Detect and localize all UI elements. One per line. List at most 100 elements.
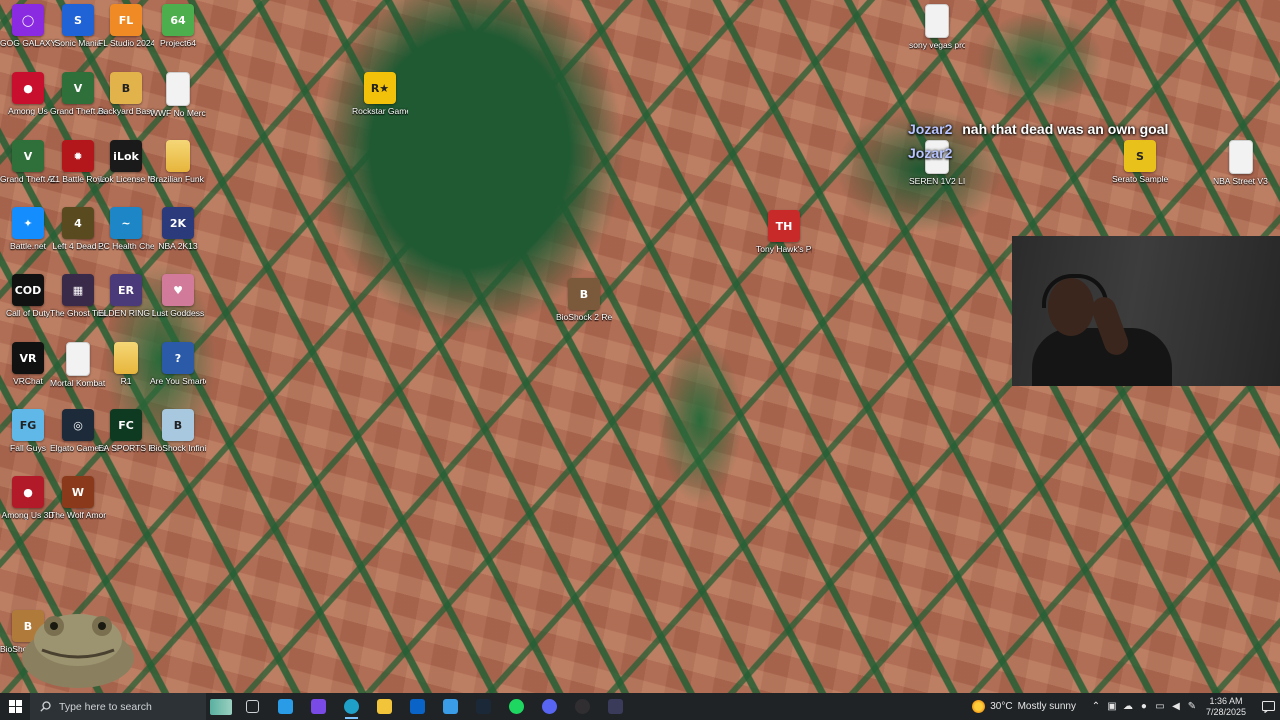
file-explorer-icon (377, 699, 392, 714)
taskbar-app-discord[interactable] (533, 693, 566, 720)
desktop-icon[interactable]: 2K NBA 2K13 (150, 207, 206, 251)
taskbar-pinned-apps (236, 693, 632, 720)
desktop-icon[interactable]: TH Tony Hawk's Pro Skater ... (756, 210, 812, 254)
taskbar-app-microsoft-store[interactable] (269, 693, 302, 720)
taskbar-app-file-explorer[interactable] (368, 693, 401, 720)
desktop-icon[interactable]: ? Are You Smarter th... (150, 342, 206, 386)
taskbar-clock[interactable]: 1:36 AM 7/28/2025 (1206, 696, 1246, 718)
taskbar-app-outlook[interactable] (401, 693, 434, 720)
cloud-icon[interactable]: ☁ (1120, 701, 1136, 712)
clock-time: 1:36 AM (1209, 695, 1243, 706)
desktop-icon-label: iLok License Manager (98, 174, 154, 184)
app-icon: ✦ (12, 207, 44, 239)
taskbar-app-spotify[interactable] (500, 693, 533, 720)
spotify-icon (509, 699, 524, 714)
search-highlight[interactable] (206, 693, 236, 720)
desktop-icon[interactable]: V Grand Theft Auto: Vien... (0, 140, 56, 184)
app-icon: W (62, 476, 94, 508)
notifications-button[interactable] (1256, 693, 1280, 720)
discord-icon (542, 699, 557, 714)
app-icon: ● (12, 476, 44, 508)
microphone-icon[interactable]: ● (1136, 701, 1152, 712)
chat-message: Jozar2 nah that dead was an own goal (908, 121, 1168, 137)
app-icon: 64 (162, 4, 194, 36)
desktop-icon-label: Brazilian Funk Dru... (150, 174, 206, 184)
search-highlight-icon (210, 698, 232, 715)
taskbar-app-task-view[interactable] (236, 693, 269, 720)
desktop-icon-label: Lust Goddess (151, 308, 205, 318)
notification-icon (1261, 700, 1275, 713)
desktop-icon[interactable]: B BioShock Infinite (150, 409, 206, 453)
desktop-icon-label: Among Us 3D (1, 510, 55, 520)
microsoft-store-icon (278, 699, 293, 714)
desktop-icon-label: Serato Sample 2.0 (1112, 174, 1168, 184)
taskbar: Type here to search 30°C Mostly sunny ⌃ … (0, 693, 1280, 720)
desktop-icon[interactable]: FL FL Studio 2024 (98, 4, 154, 48)
desktop-icon-label: Fall Guys (10, 443, 46, 453)
taskbar-app-obs[interactable] (566, 693, 599, 720)
app-icon: ● (12, 72, 44, 104)
system-tray: 30°C Mostly sunny ⌃ ▣ ☁ ● ▭ ◀ ✎ 1:36 AM … (972, 693, 1280, 720)
app-icon: ? (162, 342, 194, 374)
taskbar-search[interactable]: Type here to search (30, 693, 206, 720)
start-button[interactable] (0, 693, 30, 720)
desktop-icon[interactable]: S Serato Sample 2.0 (1112, 140, 1168, 184)
desktop-icon[interactable]: R★ Rockstar Games ... (352, 72, 408, 116)
desktop-icon[interactable]: ♥ Lust Goddess (150, 274, 206, 318)
desktop-icon-label: NBA 2K13 (158, 241, 198, 251)
weather-temp: 30°C (990, 701, 1013, 712)
app-icon: VR (12, 342, 44, 374)
app-icon: B (110, 72, 142, 104)
app-icon: ✹ (62, 140, 94, 172)
camera-icon[interactable]: ▣ (1104, 701, 1120, 712)
search-icon (40, 701, 51, 712)
app-icon: S (1124, 140, 1156, 172)
app-icon: V (62, 72, 94, 104)
desktop-icon[interactable]: R1 (98, 342, 154, 386)
steam-icon (476, 699, 491, 714)
volume-icon[interactable]: ◀ (1168, 701, 1184, 712)
desktop-icon[interactable]: ◯ GOG GALAXY (0, 4, 56, 48)
desktop-icon-label: Call of Duty (6, 308, 50, 318)
app-icon: TH (768, 210, 800, 242)
app-icon: ▦ (62, 274, 94, 306)
desktop-icon[interactable]: Brazilian Funk Dru... (150, 140, 206, 184)
taskbar-app-app-purple[interactable] (599, 693, 632, 720)
desktop-icon[interactable]: FC EA SPORTS FC 25 (98, 409, 154, 453)
taskbar-app-photos[interactable] (434, 693, 467, 720)
desktop-icon[interactable]: FG Fall Guys (0, 409, 56, 453)
desktop-icon-label: The Wolf Among Us (50, 510, 106, 520)
desktop-icon[interactable]: NBA Street V3 (USA) (1213, 140, 1269, 186)
desktop-icon-label: Rockstar Games ... (352, 106, 408, 116)
desktop-icon[interactable]: VR VRChat (0, 342, 56, 386)
desktop-icon-label: BioShock 2 Rem... (556, 312, 612, 322)
desktop-icon[interactable]: 64 Project64 (150, 4, 206, 48)
chat-username: Jozar2 (908, 145, 953, 161)
desktop-icon[interactable]: iLok iLok License Manager (98, 140, 154, 184)
desktop-icon[interactable]: ● Among Us (0, 72, 56, 116)
app-icon (166, 72, 190, 106)
taskbar-app-steam[interactable] (467, 693, 500, 720)
taskbar-app-copilot[interactable] (302, 693, 335, 720)
desktop-icon-label: Are You Smarter th... (150, 376, 206, 386)
weather-widget[interactable]: 30°C Mostly sunny (972, 700, 1076, 713)
desktop-icon-label: GOG GALAXY (0, 38, 56, 48)
app-icon: ~ (110, 207, 142, 239)
desktop-icon[interactable]: WWF No Mercy (US... (150, 72, 206, 118)
desktop-icon[interactable]: ~ PC Health Check (98, 207, 154, 251)
desktop-icon[interactable]: sony vegas pro 13 (909, 4, 965, 50)
desktop-icon[interactable]: B BioShock 2 Rem... (556, 278, 612, 322)
chevron-up-icon[interactable]: ⌃ (1088, 701, 1104, 712)
network-icon[interactable]: ▭ (1152, 701, 1168, 712)
desktop-icon[interactable]: ✦ Battle.net (0, 207, 56, 251)
pen-icon[interactable]: ✎ (1184, 701, 1200, 712)
desktop-icon-label: R1 (120, 376, 132, 386)
desktop-icon-label: Battle.net (10, 241, 46, 251)
desktop-icon[interactable]: ● Among Us 3D (0, 476, 56, 520)
desktop-icon[interactable]: ER ELDEN RING NIGHTREIGN (98, 274, 154, 318)
taskbar-app-edge[interactable] (335, 693, 368, 720)
desktop-icon[interactable]: COD Call of Duty (0, 274, 56, 318)
desktop-icon[interactable]: B Backyard Baseball '97 (98, 72, 154, 116)
desktop-icon[interactable]: W The Wolf Among Us (50, 476, 106, 520)
chat-username: Jozar2 (908, 121, 953, 137)
